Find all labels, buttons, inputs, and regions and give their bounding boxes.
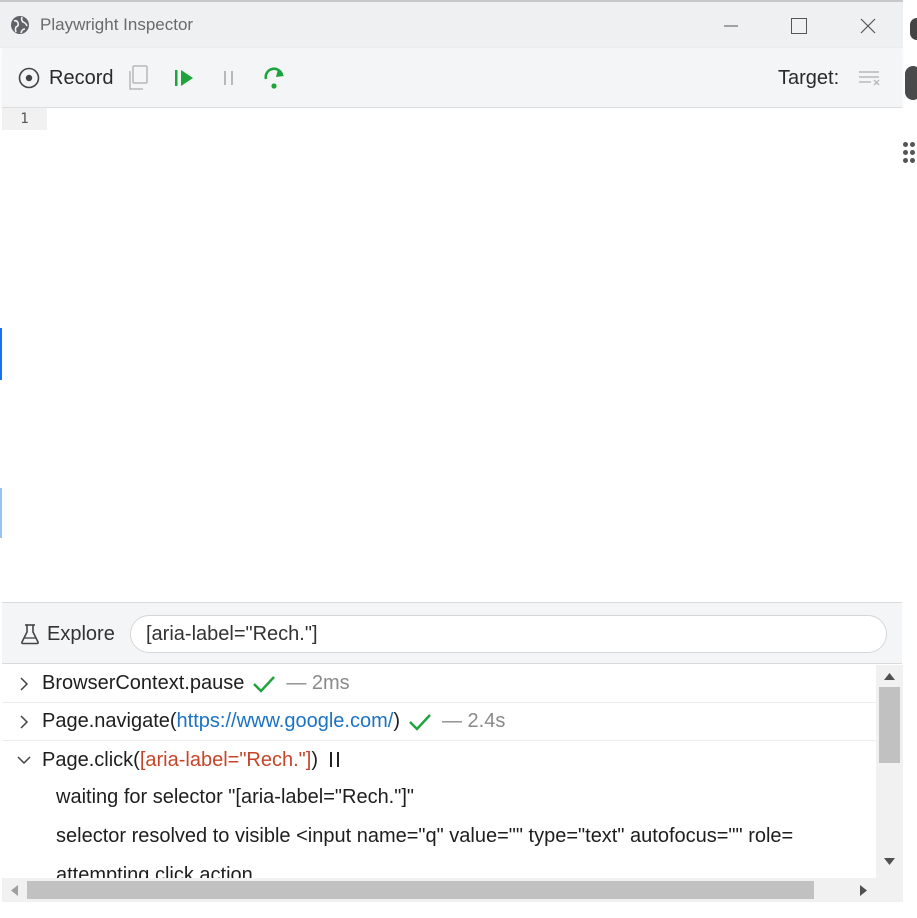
log-entry-name: BrowserContext.pause — [42, 672, 245, 694]
pause-icon — [224, 71, 233, 85]
record-label: Record — [49, 66, 114, 89]
copy-icon — [129, 65, 148, 90]
log-detail-line: waiting for selector "[aria-label="Rech.… — [56, 786, 414, 808]
horizontal-scroll-thumb[interactable] — [27, 881, 814, 899]
line-number: 1 — [2, 108, 47, 130]
log-entry-selector: [aria-label="Rech."] — [139, 748, 312, 771]
window-title: Playwright Inspector — [40, 15, 194, 34]
scroll-up-arrow-icon[interactable] — [884, 672, 895, 680]
globe-icon — [11, 16, 29, 34]
scroll-left-arrow-icon[interactable] — [10, 885, 18, 896]
call-log: BrowserContext.pause — 2ms Page.navigate… — [2, 665, 876, 878]
title-bar: Playwright Inspector — [0, 0, 903, 48]
chevron-right-icon[interactable] — [2, 714, 42, 729]
grid-dots-icon — [903, 142, 917, 168]
resume-button[interactable] — [173, 64, 195, 92]
chevron-right-icon[interactable] — [2, 676, 42, 691]
vertical-scrollbar[interactable] — [876, 665, 903, 878]
log-entry-suffix: ) — [393, 710, 400, 732]
chevron-down-icon[interactable] — [2, 755, 42, 765]
close-icon — [860, 18, 876, 34]
log-entry-suffix: ) — [311, 748, 318, 771]
log-entry-url: https://www.google.com/ — [176, 710, 394, 732]
maximize-button[interactable] — [776, 8, 822, 44]
close-button[interactable] — [845, 8, 891, 44]
pause-button[interactable] — [219, 64, 239, 92]
resume-icon — [175, 70, 193, 86]
selector-input[interactable] — [130, 615, 887, 653]
log-entry-duration: — 2.4s — [442, 710, 506, 732]
log-entry[interactable]: BrowserContext.pause — 2ms — [2, 665, 876, 703]
log-entry-name: Page.click( — [42, 748, 140, 771]
vertical-scroll-thumb[interactable] — [879, 687, 900, 763]
toolbar: Record Target: — [2, 48, 902, 108]
log-detail-line: selector resolved to visible <input name… — [56, 825, 794, 847]
scrollbar-corner — [876, 878, 903, 902]
checkmark-icon — [409, 713, 431, 731]
log-entry-duration: — 2ms — [286, 672, 350, 694]
desktop-app-icon — [910, 18, 917, 40]
record-icon — [18, 67, 40, 89]
minimize-button[interactable] — [708, 8, 754, 44]
desktop-background — [903, 0, 917, 918]
flask-icon — [21, 624, 39, 645]
checkmark-icon — [253, 675, 276, 693]
record-button[interactable]: Record — [18, 64, 113, 92]
desktop-app-icon — [905, 66, 917, 100]
copy-button[interactable] — [126, 64, 150, 92]
explore-label: Explore — [47, 623, 115, 645]
clear-list-icon — [859, 71, 880, 86]
target-selector[interactable]: Target: — [778, 64, 839, 92]
window-bottom-edge — [0, 902, 903, 918]
log-entry[interactable]: Page.navigate(https://www.google.com/) —… — [2, 703, 876, 741]
step-over-button[interactable] — [262, 64, 288, 92]
clear-list-button[interactable] — [858, 64, 882, 92]
log-entry-name: Page.navigate( — [42, 710, 177, 732]
scroll-right-arrow-icon[interactable] — [860, 885, 868, 896]
target-label: Target: — [778, 66, 840, 89]
maximize-icon — [791, 18, 807, 34]
log-entry[interactable]: Page.click([aria-label="Rech."]) — [2, 741, 876, 779]
step-over-icon — [264, 67, 284, 89]
scroll-down-arrow-icon[interactable] — [884, 858, 895, 866]
paused-icon — [330, 752, 339, 767]
minimize-icon — [724, 25, 738, 27]
log-detail-line: attempting click action — [56, 864, 253, 878]
code-editor[interactable]: 1 — [2, 108, 902, 602]
explore-bar: Explore — [2, 602, 902, 664]
horizontal-scrollbar[interactable] — [2, 878, 876, 902]
